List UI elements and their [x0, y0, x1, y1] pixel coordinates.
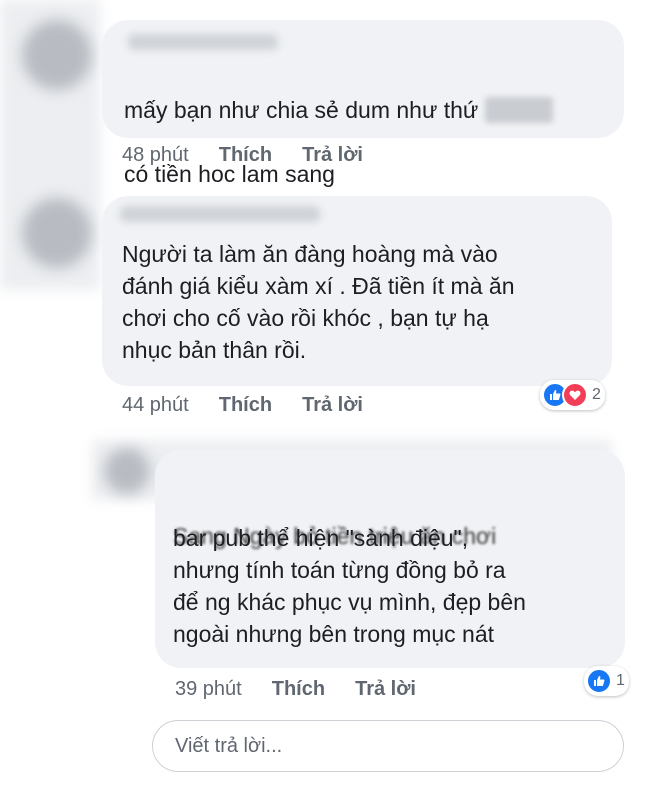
- avatar[interactable]: [22, 198, 92, 268]
- comment-text: Người ta làm ăn đàng hoàng mà vào đánh g…: [122, 241, 515, 363]
- comment-meta: 44 phút Thích Trả lời: [122, 394, 363, 417]
- comment-time[interactable]: 39 phút: [175, 678, 242, 701]
- redacted-text: [484, 97, 553, 123]
- reply-button[interactable]: Trả lời: [302, 144, 363, 167]
- comment-time[interactable]: 44 phút: [122, 394, 189, 417]
- commenter-name[interactable]: [120, 206, 320, 222]
- like-icon: [586, 668, 612, 694]
- love-icon: [562, 382, 588, 408]
- comment-time[interactable]: 48 phút: [122, 144, 189, 167]
- reply-placeholder: Viết trả lời...: [175, 734, 283, 757]
- comment-meta: 48 phút Thích Trả lời: [122, 144, 363, 167]
- avatar[interactable]: [104, 448, 150, 494]
- reply-button[interactable]: Trả lời: [355, 678, 416, 701]
- reply-input[interactable]: Viết trả lời...: [152, 720, 624, 772]
- reaction-count: 2: [592, 386, 601, 403]
- like-button[interactable]: Thích: [219, 144, 272, 167]
- like-button[interactable]: Thích: [219, 394, 272, 417]
- comment-text: mấy bạn như chia sẻ dum như thứ: [124, 97, 479, 123]
- avatar[interactable]: [22, 20, 92, 90]
- reply-button[interactable]: Trả lời: [302, 394, 363, 417]
- like-button[interactable]: Thích: [272, 678, 325, 701]
- comment-bubble: mấy bạn như chia sẻ dum như thứ có tiền …: [102, 20, 624, 187]
- commenter-name[interactable]: [128, 34, 278, 50]
- reaction-count: 1: [616, 672, 625, 689]
- comment-bubble: Người ta làm ăn đàng hoàng mà vào đánh g…: [102, 196, 612, 386]
- comment-bubble: Sang Ngày bỏ tiền triệu ăn chơi bar pub …: [155, 450, 625, 668]
- reaction-summary[interactable]: 1: [584, 666, 629, 696]
- comment-text: bar pub thể hiện "sành điệu", nhưng tính…: [173, 525, 526, 647]
- reaction-summary[interactable]: 2: [540, 380, 605, 410]
- comment-meta: 39 phút Thích Trả lời: [175, 678, 416, 701]
